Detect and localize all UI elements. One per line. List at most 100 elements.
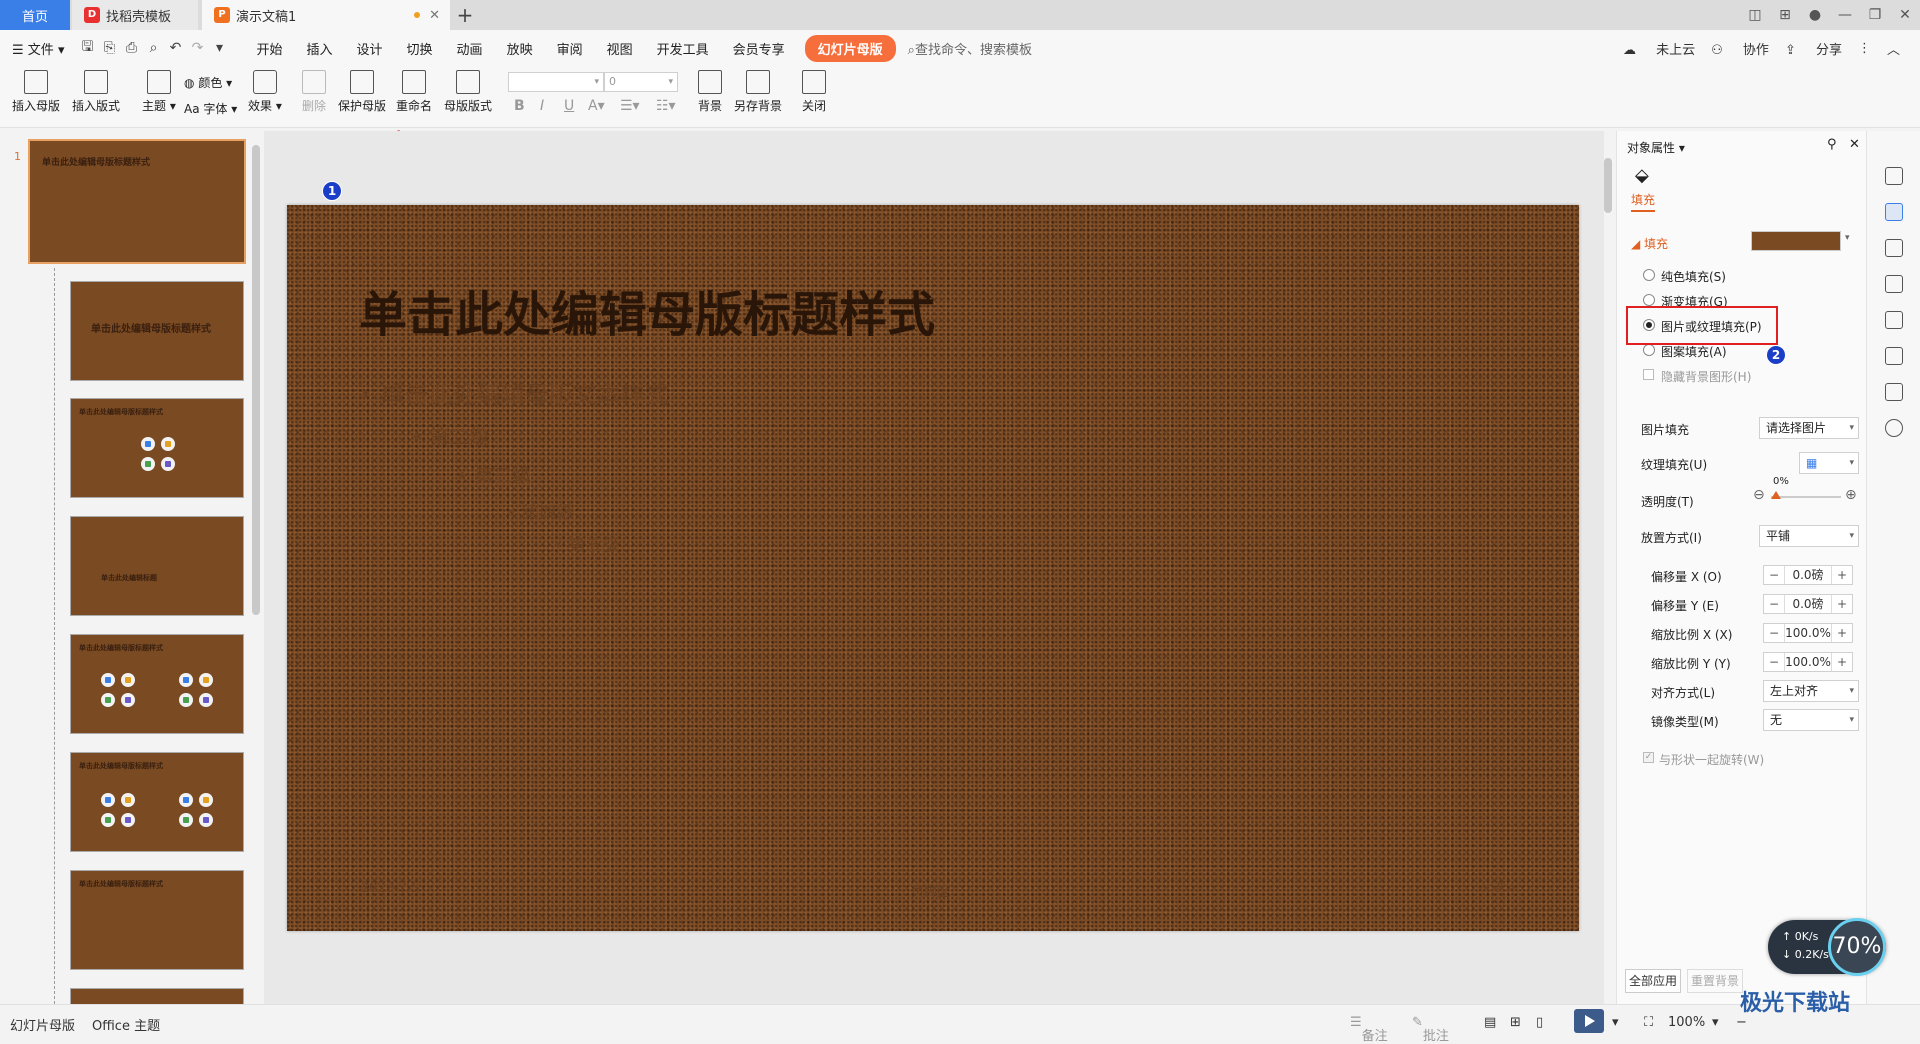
- tab-home[interactable]: 首页: [0, 0, 70, 30]
- menu-slide-master[interactable]: 幻灯片母版: [804, 34, 896, 62]
- body-level-1[interactable]: • 单击此处编辑母版文本样式: [359, 375, 669, 410]
- play-slideshow-button[interactable]: [1574, 1009, 1604, 1033]
- tab-fill[interactable]: 填充: [1631, 191, 1656, 212]
- preview-icon[interactable]: ⌕: [142, 40, 164, 56]
- plus-icon[interactable]: +: [1832, 624, 1852, 642]
- close-tab-icon[interactable]: ✕: [429, 8, 440, 23]
- increase-icon[interactable]: ⊕: [1845, 487, 1857, 503]
- more-icon[interactable]: ⋮: [1858, 41, 1871, 56]
- tab-document[interactable]: P 演示文稿1 ✕: [202, 0, 450, 30]
- label-solid-fill[interactable]: 纯色填充(S): [1661, 268, 1726, 285]
- menu-review[interactable]: 审阅: [545, 39, 595, 58]
- scale-y-stepper[interactable]: −100.0% +: [1763, 652, 1853, 672]
- protect-master-button[interactable]: 保护母版: [338, 70, 386, 114]
- thumbnail-layout[interactable]: 单击此处编辑母版标题样式: [70, 281, 244, 381]
- network-speed-widget[interactable]: ↑ 0K/s ↓ 0.2K/s 70%: [1768, 918, 1886, 976]
- collapse-ribbon-icon[interactable]: ︿: [1887, 39, 1900, 58]
- rename-button[interactable]: 重命名: [396, 70, 432, 114]
- zoom-level[interactable]: 100%: [1668, 1015, 1705, 1030]
- label-rotate-with-shape[interactable]: 与形状一起旋转(W): [1659, 751, 1764, 768]
- file-menu[interactable]: ☰ 文件 ▾: [0, 39, 76, 58]
- fonts-button[interactable]: Aa 字体 ▾: [184, 100, 237, 117]
- layout-icon[interactable]: ◫: [1740, 7, 1770, 23]
- share-button[interactable]: ⇪ 分享: [1785, 39, 1842, 58]
- scale-x-stepper[interactable]: −100.0% +: [1763, 623, 1853, 643]
- fill-swatch[interactable]: [1751, 231, 1841, 251]
- menu-slideshow[interactable]: 放映: [495, 39, 545, 58]
- new-tab-button[interactable]: +: [450, 0, 480, 30]
- compass-icon[interactable]: [1885, 347, 1903, 365]
- radio-solid-fill[interactable]: [1643, 269, 1655, 281]
- save-background-button[interactable]: 另存背景: [734, 70, 782, 114]
- minus-icon[interactable]: −: [1764, 624, 1784, 642]
- plus-icon[interactable]: +: [1832, 595, 1852, 613]
- label-hide-bg[interactable]: 隐藏背景图形(H): [1661, 368, 1751, 385]
- offset-y-stepper[interactable]: −0.0磅 +: [1763, 594, 1853, 614]
- redo-icon[interactable]: ↷: [186, 40, 208, 56]
- fill-section-header[interactable]: ◢ 填充: [1631, 235, 1668, 252]
- more-qa-icon[interactable]: ▾: [208, 40, 230, 56]
- transparency-slider-handle[interactable]: [1771, 491, 1781, 499]
- delete-button[interactable]: 删除: [302, 70, 326, 114]
- menu-member[interactable]: 会员专享: [721, 39, 797, 58]
- reading-view-icon[interactable]: ▯: [1536, 1015, 1543, 1030]
- thumbnail-layout[interactable]: 单击此处编辑母版标题样式: [70, 398, 244, 498]
- thumbnail-layout[interactable]: 单击此处编辑母版标题样式: [70, 752, 244, 852]
- background-button[interactable]: 背景: [698, 70, 722, 114]
- menu-insert[interactable]: 插入: [295, 39, 345, 58]
- body-level-4[interactable]: • 第四级: [507, 498, 573, 523]
- font-name-select[interactable]: ▾: [508, 72, 604, 92]
- zoom-menu-icon[interactable]: ▾: [1712, 1015, 1719, 1030]
- theme-button[interactable]: 主题 ▾: [142, 70, 176, 114]
- zoom-out-icon[interactable]: −: [1736, 1015, 1747, 1030]
- notes-button[interactable]: ☰ 备注: [1350, 1015, 1388, 1044]
- font-color-icon[interactable]: A▾: [588, 98, 605, 114]
- minus-icon[interactable]: −: [1764, 653, 1784, 671]
- plus-icon[interactable]: +: [1832, 566, 1852, 584]
- restore-icon[interactable]: ❐: [1860, 7, 1890, 23]
- underline-icon[interactable]: U: [564, 98, 574, 114]
- offset-x-value[interactable]: 0.0磅: [1784, 566, 1832, 584]
- scale-y-value[interactable]: 100.0%: [1784, 653, 1832, 671]
- footer-text[interactable]: 页脚区: [911, 881, 950, 900]
- decrease-icon[interactable]: ⊖: [1753, 487, 1765, 503]
- tab-template[interactable]: D 找稻壳模板: [72, 0, 198, 30]
- apply-all-button[interactable]: 全部应用: [1625, 969, 1681, 993]
- insert-layout-button[interactable]: 插入版式: [72, 70, 120, 114]
- effects-button[interactable]: 效果 ▾: [248, 70, 282, 114]
- minus-icon[interactable]: −: [1764, 595, 1784, 613]
- collab-button[interactable]: ⚇ 协作: [1711, 39, 1769, 58]
- panel-header[interactable]: 对象属性 ▾: [1627, 139, 1685, 156]
- menu-start[interactable]: 开始: [244, 39, 294, 58]
- minimize-icon[interactable]: —: [1830, 7, 1860, 23]
- canvas-scrollbar[interactable]: [1603, 140, 1613, 1000]
- checkbox-rotate-with-shape[interactable]: ✓: [1643, 752, 1654, 763]
- sorter-view-icon[interactable]: ⊞: [1510, 1015, 1521, 1030]
- align-select[interactable]: 左上对齐 ▾: [1763, 680, 1859, 702]
- numbering-icon[interactable]: ☷▾: [656, 98, 676, 114]
- body-level-2[interactable]: • 第二级: [411, 421, 489, 450]
- help-icon[interactable]: [1885, 419, 1903, 437]
- copy-icon[interactable]: [1885, 275, 1903, 293]
- fit-icon[interactable]: ⛶: [1644, 1015, 1653, 1030]
- avatar-icon[interactable]: ●: [1800, 7, 1830, 23]
- body-level-3[interactable]: • 第三级: [457, 461, 531, 488]
- thumbnail-layout[interactable]: 单击此处编辑母版标题样式: [70, 870, 244, 970]
- bullets-icon[interactable]: ☰▾: [620, 98, 640, 114]
- master-layout-button[interactable]: 母版版式: [444, 70, 492, 114]
- picture-source-select[interactable]: 请选择图片 ▾: [1759, 417, 1859, 439]
- properties-icon[interactable]: [1885, 203, 1903, 221]
- menu-design[interactable]: 设计: [345, 39, 395, 58]
- image-icon[interactable]: [1885, 311, 1903, 329]
- bold-icon[interactable]: B: [514, 98, 525, 114]
- star-icon[interactable]: [1885, 239, 1903, 257]
- thumbnail-layout[interactable]: 单击此处编辑标题: [70, 516, 244, 616]
- close-window-icon[interactable]: ✕: [1890, 7, 1920, 23]
- radio-pattern-fill[interactable]: [1643, 344, 1655, 356]
- placement-select[interactable]: 平铺 ▾: [1759, 525, 1859, 547]
- colors-button[interactable]: ◍ 颜色 ▾: [184, 74, 232, 91]
- scale-x-value[interactable]: 100.0%: [1784, 624, 1832, 642]
- thumbnail-layout[interactable]: 单击此处编辑母版标题样式: [70, 634, 244, 734]
- italic-icon[interactable]: I: [540, 98, 544, 114]
- menu-transition[interactable]: 切换: [395, 39, 445, 58]
